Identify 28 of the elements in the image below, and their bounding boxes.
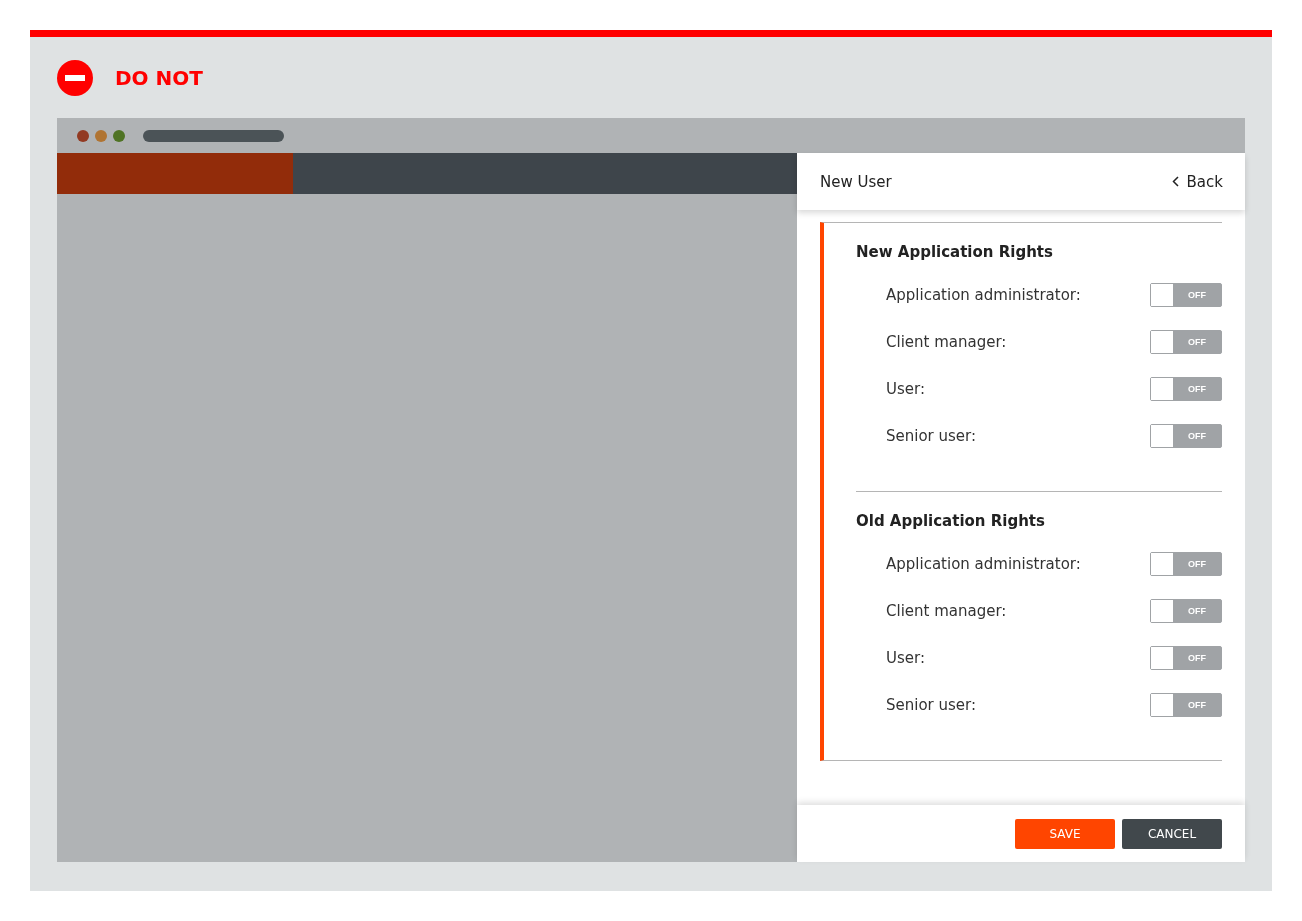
right-label: User: (886, 648, 925, 667)
right-label: Application administrator: (886, 554, 1081, 573)
right-label: Senior user: (886, 426, 977, 445)
chevron-left-icon (1171, 176, 1179, 187)
banner-label: DO NOT (115, 65, 203, 90)
window-dot-icon (113, 129, 125, 142)
right-label: Client manager: (886, 332, 1007, 351)
window-dot-icon (77, 129, 89, 142)
save-button[interactable]: SAVE (1015, 818, 1115, 849)
toggle-switch[interactable]: OFF (1150, 329, 1222, 354)
right-label: Client manager: (886, 601, 1007, 620)
right-label: Senior user: (886, 695, 977, 714)
toggle-switch[interactable]: OFF (1150, 551, 1222, 576)
back-button[interactable]: Back (1171, 172, 1223, 191)
toggle-switch[interactable]: OFF (1150, 376, 1222, 401)
toggle-switch[interactable]: OFF (1150, 423, 1222, 448)
toggle-switch[interactable]: OFF (1150, 692, 1222, 717)
panel-title: New User (820, 172, 892, 191)
toggle-switch[interactable]: OFF (1150, 645, 1222, 670)
cancel-button[interactable]: CANCEL (1122, 818, 1222, 849)
section-title: Old Application Rights (856, 512, 1046, 530)
right-label: User: (886, 379, 925, 398)
right-label: Application administrator: (886, 285, 1081, 304)
toggle-switch[interactable]: OFF (1150, 598, 1222, 623)
section-title: New Application Rights (856, 243, 1054, 261)
window-dot-icon (95, 129, 107, 142)
no-entry-icon (57, 59, 93, 96)
toggle-switch[interactable]: OFF (1150, 282, 1222, 307)
